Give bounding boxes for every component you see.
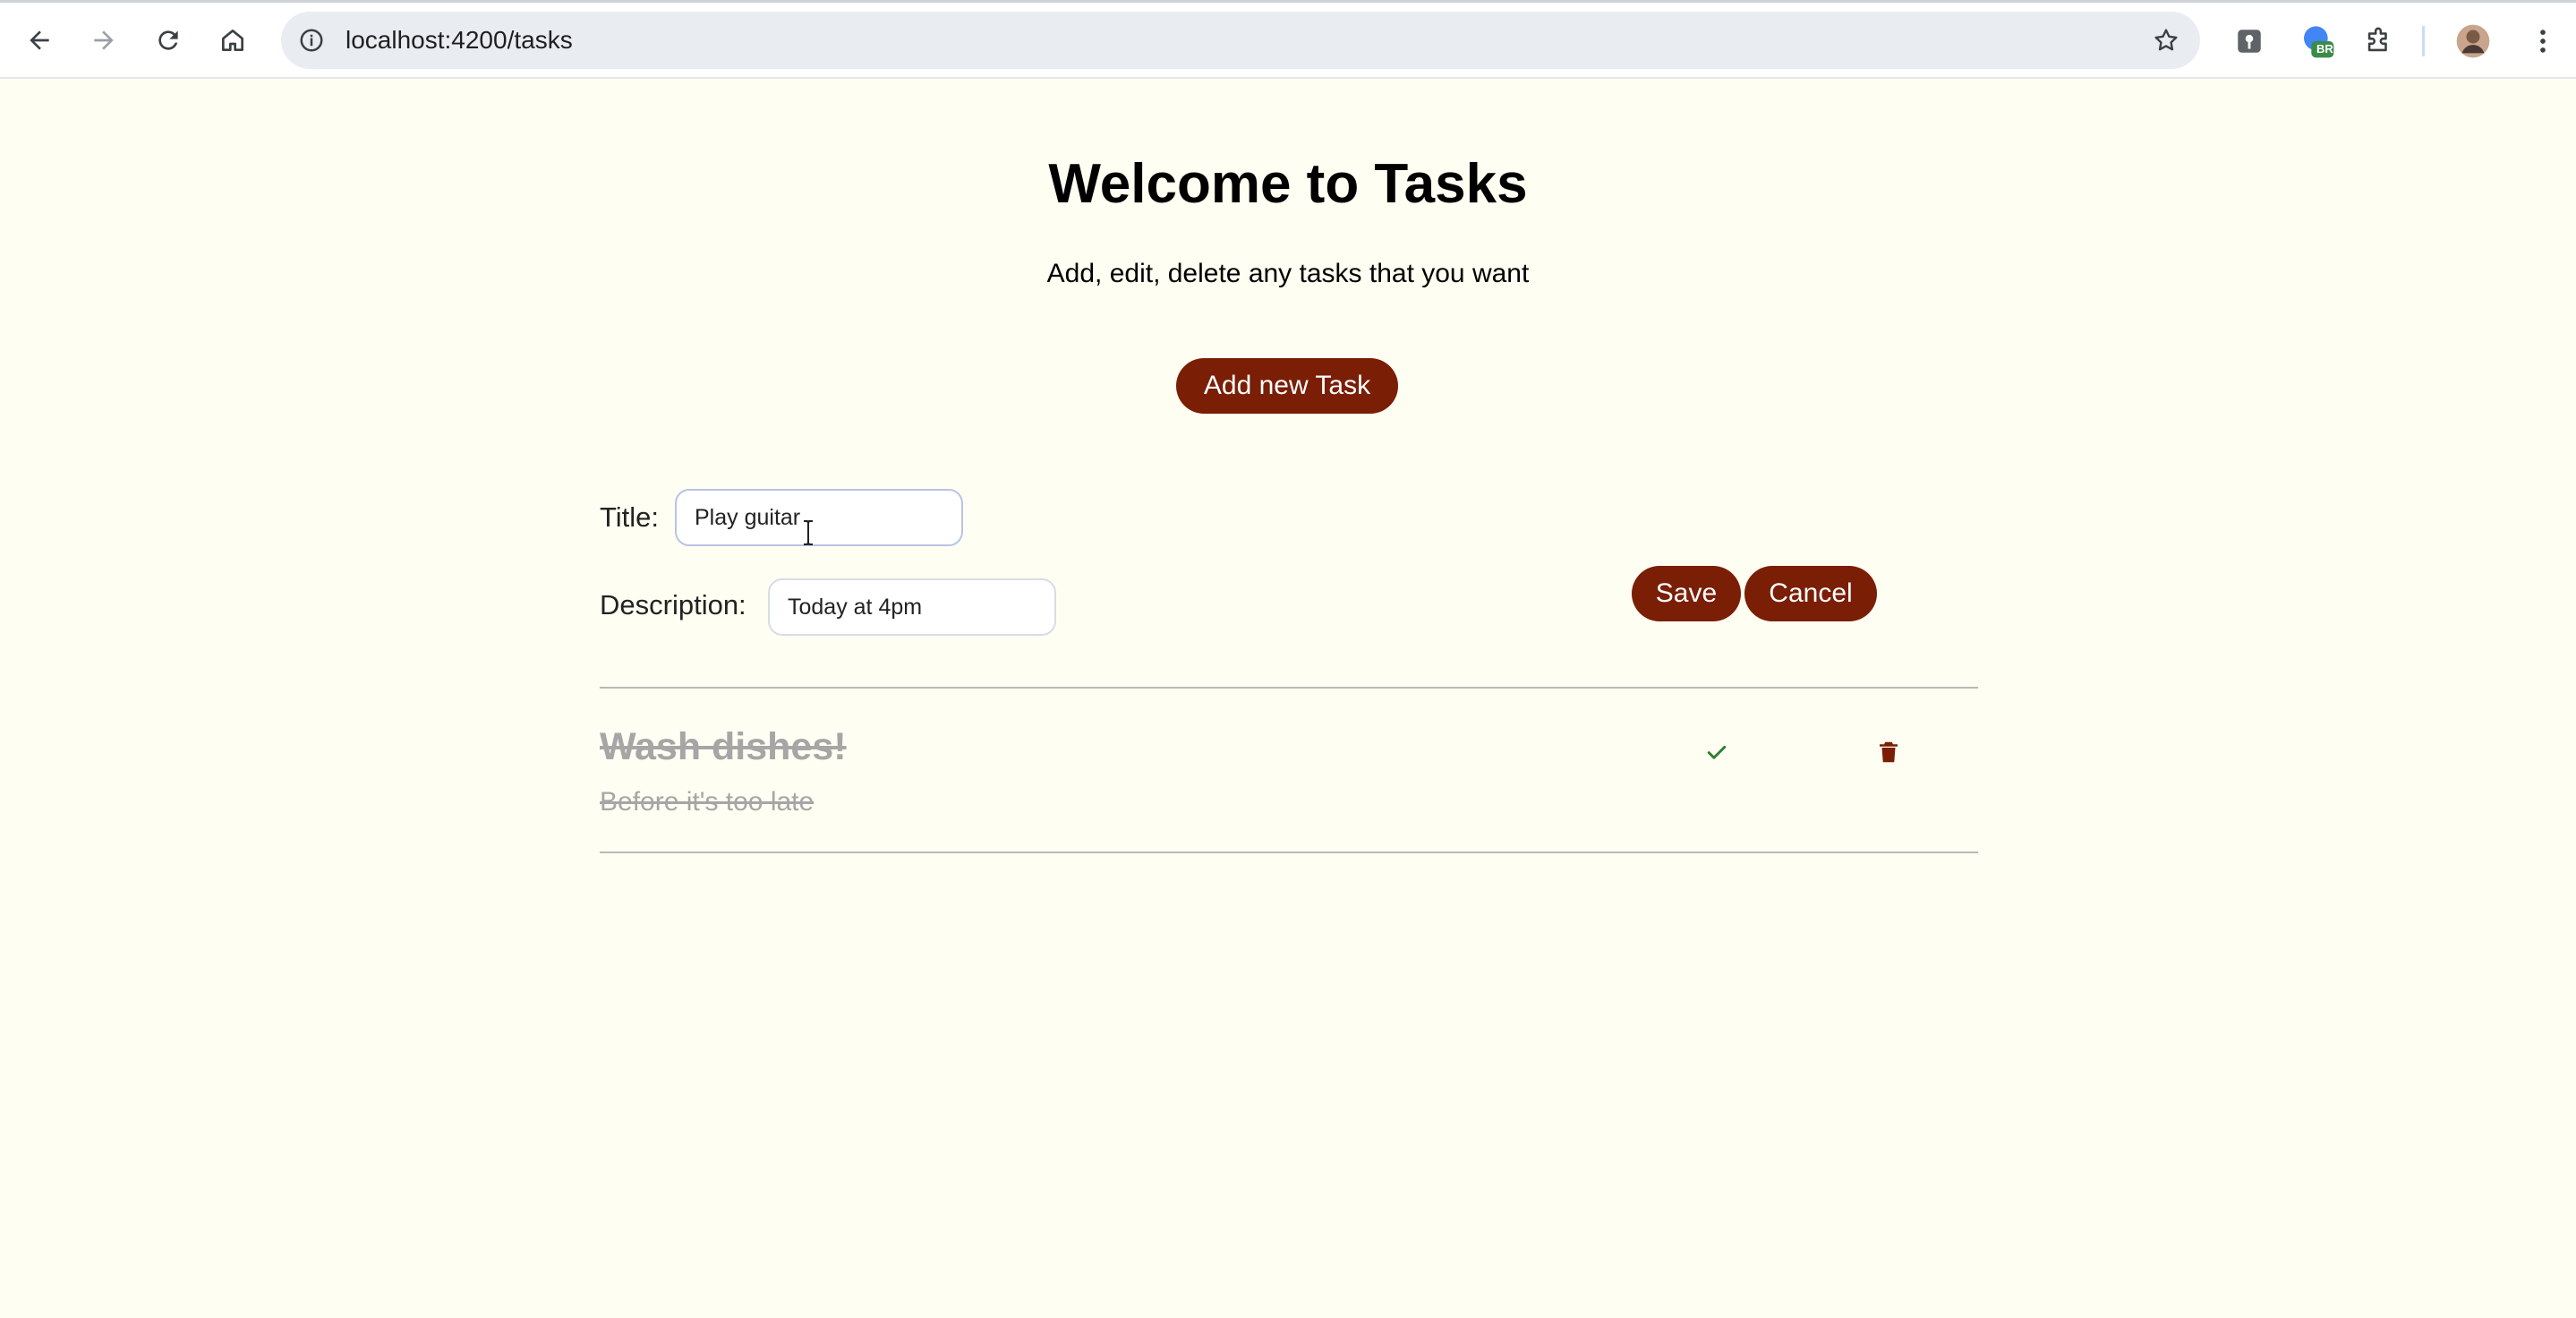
more-menu-icon[interactable] (2522, 21, 2563, 62)
title-label: Title: (600, 501, 660, 533)
task-title: Wash dishes! (600, 725, 847, 768)
arrow-right-icon (94, 30, 114, 50)
cancel-button[interactable]: Cancel (1744, 566, 1877, 621)
url-text[interactable]: localhost:4200/tasks (345, 12, 573, 69)
arrow-left-icon (30, 30, 49, 50)
delete-task-button[interactable] (1869, 732, 1908, 772)
task-list-divider-top (600, 687, 1978, 689)
toolbar-divider (2422, 26, 2425, 56)
page-subtitle: Add, edit, delete any tasks that you wan… (1046, 259, 1530, 288)
address-bar[interactable]: localhost:4200/tasks (281, 12, 2200, 69)
password-manager-icon[interactable] (2229, 21, 2270, 62)
task-description: Before it's too late (600, 787, 815, 817)
description-label: Description: (600, 589, 746, 620)
title-input[interactable] (675, 489, 963, 546)
forward-button[interactable] (79, 15, 129, 65)
task-list-divider-bottom (600, 852, 1978, 853)
profile-avatar[interactable] (2452, 21, 2494, 62)
add-new-task-button[interactable]: Add new Task (1176, 358, 1398, 414)
complete-task-button[interactable] (1697, 732, 1736, 772)
page-title: Welcome to Tasks (1048, 153, 1528, 215)
text-cursor-icon (804, 520, 813, 545)
description-input[interactable] (768, 578, 1056, 636)
bookmark-star-icon[interactable] (2148, 22, 2184, 58)
home-button[interactable] (208, 15, 258, 65)
check-icon (1707, 745, 1727, 759)
browser-toolbar: localhost:4200/tasks BR (0, 0, 2576, 79)
site-info-icon[interactable] (294, 22, 329, 58)
extension-badge-text: BR (2316, 42, 2333, 56)
reload-icon (158, 30, 178, 50)
reload-button[interactable] (143, 15, 193, 65)
home-icon (222, 30, 243, 51)
back-button[interactable] (14, 15, 64, 65)
extensions-puzzle-icon[interactable] (2358, 21, 2399, 62)
save-button[interactable]: Save (1632, 566, 1741, 621)
extension-br-icon[interactable]: BR (2297, 21, 2338, 62)
trash-icon (1880, 741, 1898, 763)
